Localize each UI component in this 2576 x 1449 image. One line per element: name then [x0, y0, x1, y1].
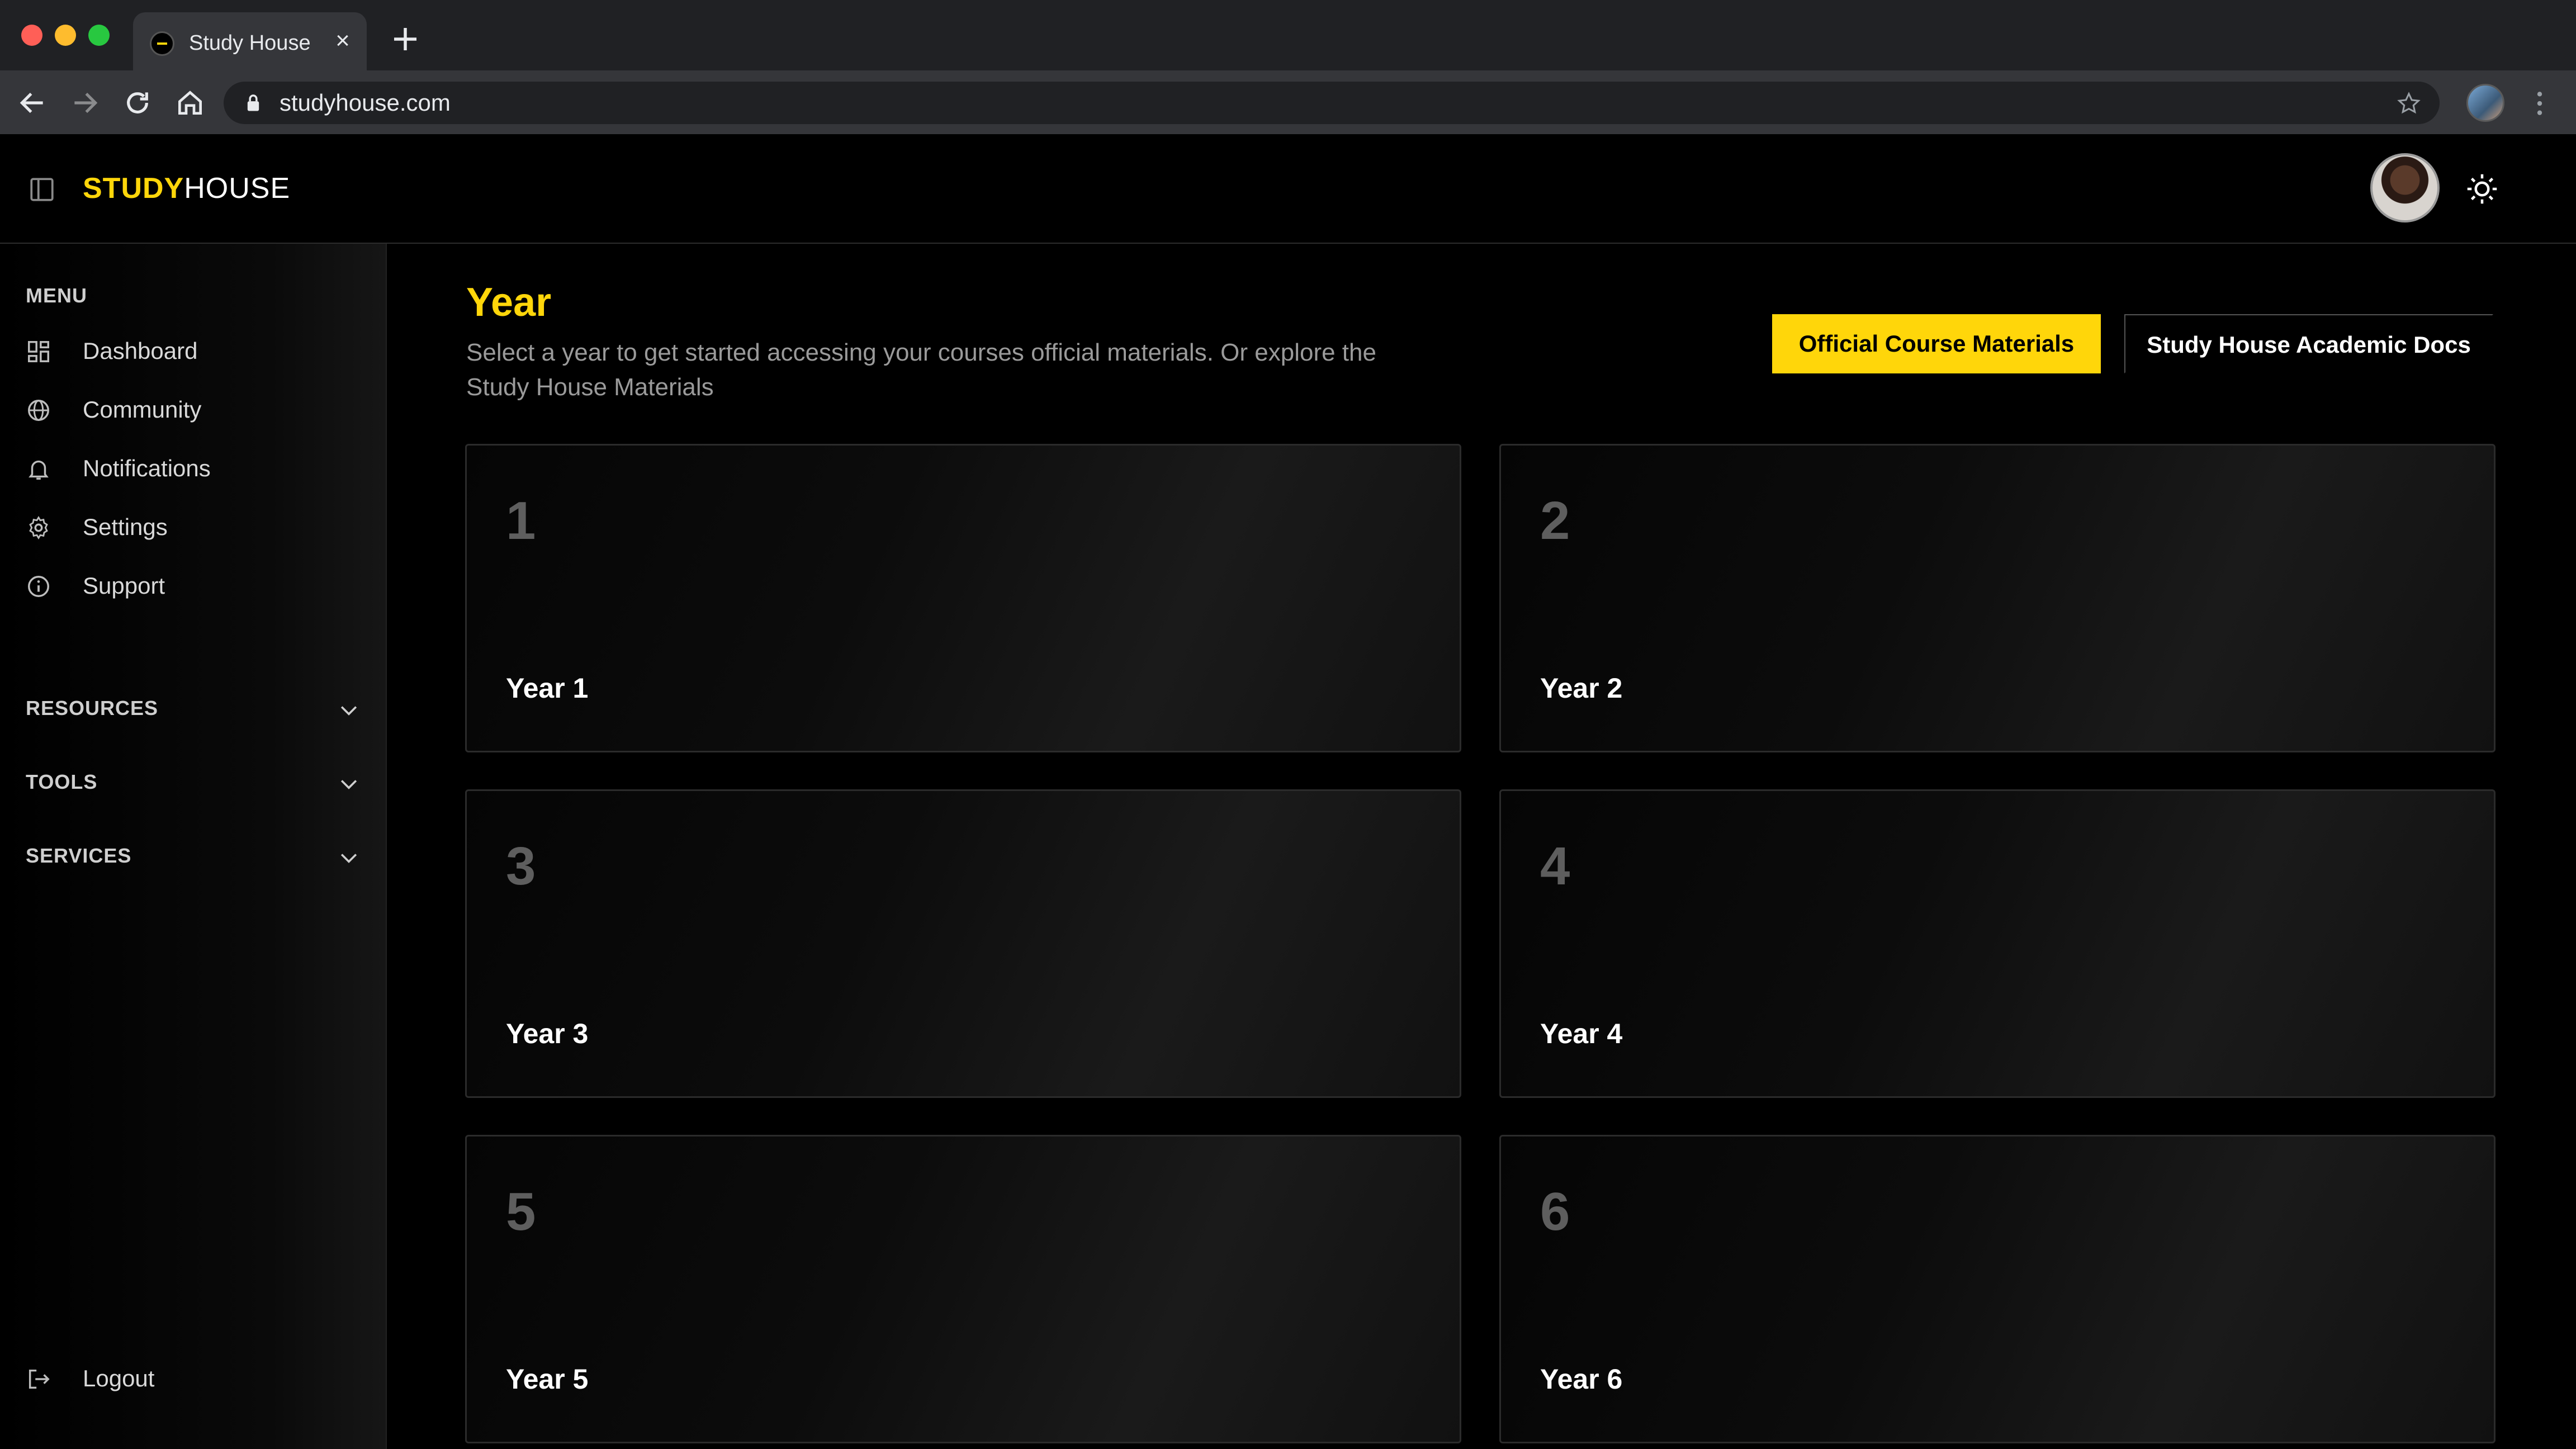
sidebar-toggle-icon[interactable] [28, 176, 56, 203]
favicon-icon [150, 31, 174, 56]
sidebar: MENU Dashboard Community Notifications S… [0, 244, 387, 1449]
forward-icon[interactable] [69, 87, 101, 119]
back-icon[interactable] [17, 87, 48, 119]
sidebar-item-support[interactable]: Support [26, 568, 361, 604]
year-label: Year 6 [1540, 1363, 1623, 1395]
sidebar-item-label: Settings [83, 514, 168, 540]
sidebar-item-community[interactable]: Community [26, 392, 361, 428]
year-number: 1 [506, 491, 536, 551]
minimize-window-button[interactable] [55, 25, 76, 46]
chevron-down-icon[interactable] [337, 845, 361, 870]
reload-icon[interactable] [122, 87, 153, 119]
official-course-materials-button[interactable]: Official Course Materials [1772, 314, 2101, 373]
lock-icon [245, 94, 262, 112]
sidebar-item-label: Community [83, 396, 202, 423]
section-resources[interactable]: RESOURCES [26, 691, 361, 727]
tab-title: Study House [189, 31, 311, 55]
kebab-menu-icon[interactable] [2531, 89, 2548, 117]
star-icon[interactable] [2396, 91, 2422, 116]
logo-bold-text: STUDY [83, 172, 184, 205]
studyhouse-logo[interactable]: STUDYHOUSE [83, 171, 290, 206]
sidebar-item-label: Notifications [83, 455, 211, 481]
year-label: Year 5 [506, 1363, 589, 1395]
maximize-window-button[interactable] [88, 25, 110, 46]
year-card[interactable]: 3 Year 3 [465, 789, 1461, 1098]
menu-title: MENU [26, 284, 87, 307]
page-description: Select a year to get started accessing y… [466, 339, 1376, 401]
browser-profile-avatar[interactable] [2466, 84, 2504, 122]
section-tools[interactable]: TOOLS [26, 765, 361, 801]
year-card[interactable]: 6 Year 6 [1499, 1135, 2496, 1443]
section-label: SERVICES [26, 844, 132, 867]
browser-tab[interactable]: Study House × [133, 12, 367, 70]
dashboard-icon [26, 339, 51, 364]
logout-label: Logout [83, 1365, 155, 1391]
user-avatar[interactable] [2370, 153, 2440, 222]
home-icon[interactable] [174, 87, 206, 119]
browser-tab-bar: Study House × [0, 0, 2576, 70]
year-label: Year 3 [506, 1018, 589, 1049]
year-number: 4 [1540, 836, 1570, 896]
study-house-academic-docs-button[interactable]: Study House Academic Docs [2124, 314, 2493, 373]
tab-close-icon[interactable]: × [329, 27, 357, 55]
page-title: Year [466, 280, 552, 325]
sidebar-item-notifications[interactable]: Notifications [26, 451, 361, 486]
address-bar[interactable]: studyhouse.com [224, 82, 2440, 124]
info-icon [26, 574, 51, 599]
globe-icon [26, 397, 51, 423]
sun-icon[interactable] [2465, 172, 2499, 206]
gear-icon [26, 515, 51, 541]
url-text: studyhouse.com [280, 89, 451, 116]
year-card[interactable]: 5 Year 5 [465, 1135, 1461, 1443]
bell-icon [26, 456, 51, 482]
logout-button[interactable]: Logout [26, 1361, 361, 1396]
browser-toolbar: studyhouse.com [0, 70, 2576, 134]
year-card[interactable]: 2 Year 2 [1499, 444, 2496, 752]
year-number: 6 [1540, 1182, 1570, 1242]
year-card[interactable]: 4 Year 4 [1499, 789, 2496, 1098]
year-card[interactable]: 1 Year 1 [465, 444, 1461, 752]
year-label: Year 1 [506, 673, 589, 704]
year-number: 5 [506, 1182, 536, 1242]
logout-icon [26, 1366, 51, 1392]
sidebar-item-label: Support [83, 572, 165, 599]
sidebar-item-label: Dashboard [83, 338, 198, 364]
new-tab-icon[interactable] [389, 22, 422, 56]
chevron-down-icon[interactable] [337, 771, 361, 796]
close-window-button[interactable] [21, 25, 42, 46]
section-label: RESOURCES [26, 697, 159, 719]
sidebar-item-settings[interactable]: Settings [26, 509, 361, 545]
section-services[interactable]: SERVICES [26, 839, 361, 874]
chevron-down-icon[interactable] [337, 698, 361, 722]
logo-regular-text: HOUSE [184, 172, 291, 205]
year-number: 3 [506, 836, 536, 896]
sidebar-item-dashboard[interactable]: Dashboard [26, 333, 361, 369]
app-header: STUDYHOUSE [0, 134, 2576, 244]
section-label: TOOLS [26, 770, 98, 793]
year-label: Year 2 [1540, 673, 1623, 704]
year-number: 2 [1540, 491, 1570, 551]
year-label: Year 4 [1540, 1018, 1623, 1049]
